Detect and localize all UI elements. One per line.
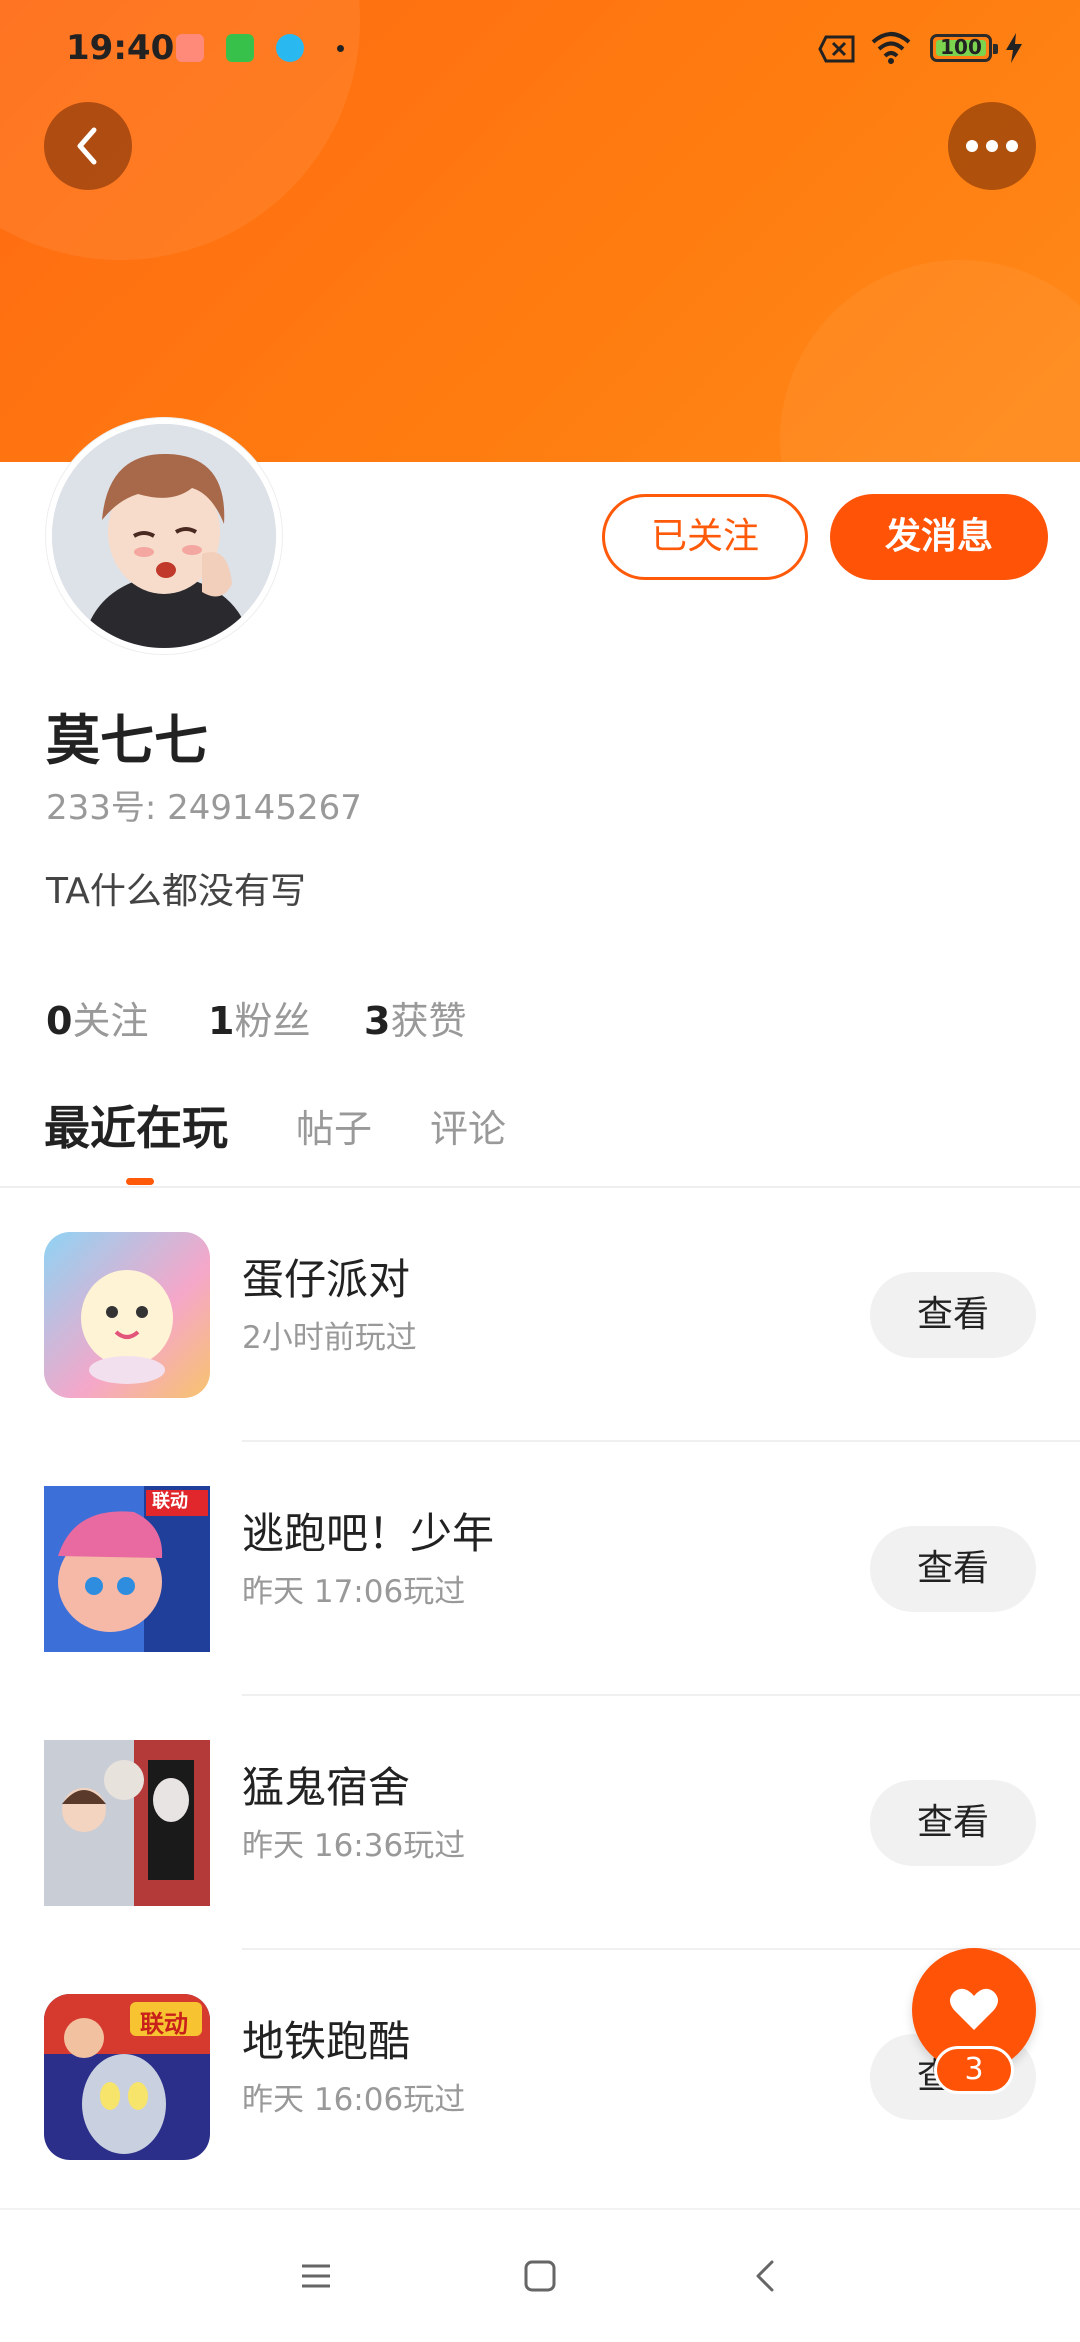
- view-game-button[interactable]: 查看: [870, 1526, 1036, 1612]
- game-icon: 联动: [44, 1994, 210, 2160]
- banner-decoration: [780, 260, 1080, 462]
- game-icon: [44, 1232, 210, 1398]
- send-message-button[interactable]: 发消息: [830, 494, 1048, 580]
- game-title: 猛鬼宿舍: [242, 1763, 411, 1812]
- app-notification-icon: [176, 34, 204, 62]
- status-bar: 19:40 100: [0, 0, 1080, 96]
- game-title: 蛋仔派对: [242, 1255, 411, 1304]
- tab-comments[interactable]: 评论: [430, 1098, 506, 1153]
- profile-tabs: 最近在玩 帖子 评论: [0, 1098, 1080, 1186]
- home-square-icon: [524, 2260, 556, 2292]
- game-icon: 联动: [44, 1486, 210, 1652]
- system-nav-bar: [0, 2208, 1080, 2342]
- system-back-button[interactable]: [736, 2246, 796, 2306]
- battery-level: 100: [940, 35, 982, 59]
- avatar[interactable]: [46, 418, 282, 654]
- profile-uid: 233号: 249145267: [46, 788, 362, 828]
- wifi-icon: [871, 32, 911, 64]
- followed-button[interactable]: 已关注: [602, 494, 808, 580]
- back-arrow-icon: [756, 2260, 774, 2292]
- game-last-played: 昨天 16:36玩过: [242, 1828, 466, 1864]
- list-item[interactable]: 蛋仔派对 2小时前玩过 查看: [0, 1188, 1080, 1442]
- stat-following[interactable]: 0关注: [46, 990, 148, 1045]
- stat-fans[interactable]: 1粉丝: [208, 990, 310, 1045]
- chevron-left-icon: [77, 127, 97, 165]
- menu-icon: [302, 2264, 330, 2288]
- game-last-played: 昨天 17:06玩过: [242, 1574, 466, 1610]
- avatar-image: [52, 424, 276, 648]
- like-count-badge: 3: [934, 2046, 1014, 2094]
- status-time: 19:40: [66, 28, 175, 68]
- profile-name: 莫七七: [46, 709, 208, 772]
- view-game-button[interactable]: 查看: [870, 1272, 1036, 1358]
- wechat-icon: [226, 34, 254, 62]
- recent-apps-button[interactable]: [286, 2246, 346, 2306]
- profile-header-banner: 19:40 100: [0, 0, 1080, 462]
- game-last-played: 昨天 16:06玩过: [242, 2082, 466, 2118]
- app-icon: [276, 34, 304, 62]
- battery-icon: 100: [930, 34, 998, 62]
- more-dots-icon: [966, 140, 1018, 152]
- active-tab-indicator: [126, 1178, 154, 1185]
- list-item[interactable]: 猛鬼宿舍 昨天 16:36玩过 查看: [0, 1696, 1080, 1950]
- game-icon: [44, 1740, 210, 1906]
- back-button[interactable]: [44, 102, 132, 190]
- more-notifications-icon: [337, 45, 344, 52]
- home-button[interactable]: [510, 2246, 570, 2306]
- collab-tag: 联动: [140, 2010, 188, 2038]
- charging-icon: [1006, 33, 1022, 63]
- collab-tag: 联动: [152, 1491, 188, 1512]
- profile-bio: TA什么都没有写: [46, 871, 306, 912]
- heart-icon: [950, 1988, 998, 2030]
- game-title: 地铁跑酷: [242, 2017, 411, 2066]
- more-options-button[interactable]: [948, 102, 1036, 190]
- stat-likes[interactable]: 3获赞: [364, 990, 466, 1045]
- like-fab-button[interactable]: 3: [912, 1948, 1036, 2094]
- game-title: 逃跑吧！少年: [242, 1509, 495, 1558]
- tab-posts[interactable]: 帖子: [296, 1098, 372, 1153]
- game-last-played: 2小时前玩过: [242, 1320, 417, 1356]
- sim-off-icon: [818, 35, 855, 63]
- view-game-button[interactable]: 查看: [870, 1780, 1036, 1866]
- tab-recently-played[interactable]: 最近在玩: [44, 1092, 228, 1158]
- list-item[interactable]: 联动 逃跑吧！少年 昨天 17:06玩过 查看: [0, 1442, 1080, 1696]
